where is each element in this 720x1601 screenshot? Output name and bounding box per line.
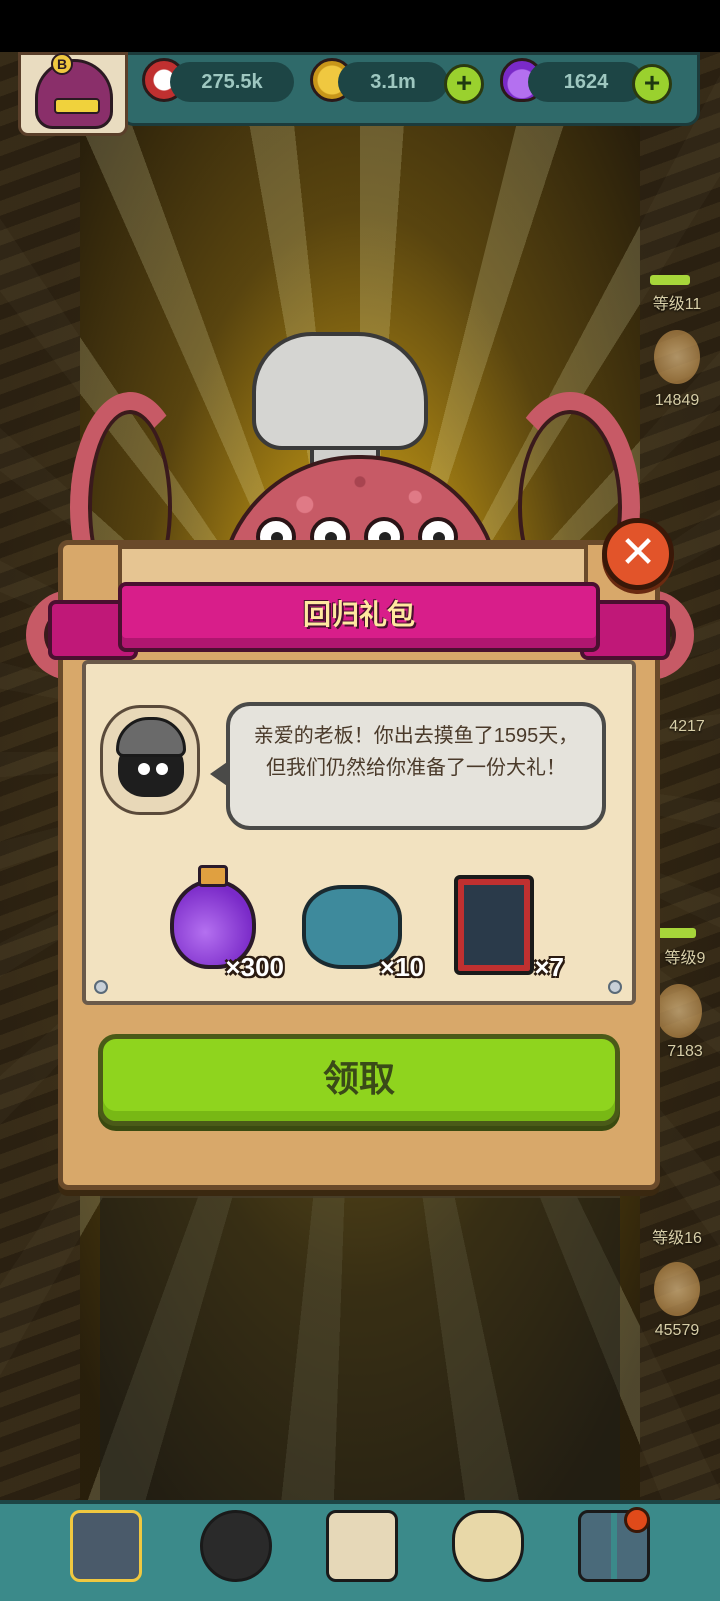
reward-item: ×7 [428,865,564,985]
reward-quantity: ×10 [379,952,424,982]
npc-avatar [100,695,200,825]
top-bar: B 275.5k 3.1m + 1624 + [0,52,720,136]
avatar-face [35,59,113,129]
monster-icon [200,1510,272,1582]
level-label: 等级16 [652,1230,702,1247]
background-room [100,1192,620,1512]
nav-money-bag[interactable] [448,1500,528,1590]
panel-rivet [94,980,108,994]
npc-eye [138,763,150,775]
add-potion-button[interactable]: + [632,64,672,104]
npc-eye [156,763,168,775]
panel-rivet [608,980,622,994]
add-coin-button[interactable]: + [444,64,484,104]
claim-button[interactable]: 领取 [98,1034,620,1126]
book-icon [454,875,534,975]
coin-count: 3.1m [338,62,448,102]
money-bag-icon [452,1510,524,1582]
eyeball-count: 275.5k [170,62,294,102]
room-product-icon[interactable] [656,984,702,1038]
chef-hat [252,332,428,450]
level-progress-bar [656,928,696,938]
return-gift-dialog: 回归礼包 ✕ 亲爱的老板！你出去摸鱼了1595天，但我们仍然给你准备了一份大礼！… [48,518,674,1190]
level-label: 等级11 [652,296,702,313]
dialog-title: 回归礼包 [302,599,415,630]
room-income: 14849 [654,392,700,409]
egg-icon[interactable] [654,330,700,384]
room-income: 45579 [654,1322,700,1339]
potion-cork [198,865,228,887]
reward-item: ×10 [288,865,424,985]
avatar-rank-badge: B [51,53,73,75]
reward-item: ×300 [148,865,284,985]
potion-count: 1624 [528,62,644,102]
player-avatar[interactable]: B [18,52,128,136]
speech-bubble: 亲爱的老板！你出去摸鱼了1595天，但我们仍然给你准备了一份大礼！ [210,702,606,830]
avatar-grill [54,98,100,114]
nav-building[interactable] [66,1500,146,1590]
reward-quantity: ×7 [534,952,564,982]
building-icon [70,1510,142,1582]
room-product-icon[interactable] [654,1262,700,1316]
nav-monster[interactable] [196,1500,276,1590]
book-icon [326,1510,398,1582]
reward-quantity: ×300 [225,952,284,982]
notification-badge [624,1507,650,1533]
level-progress-bar [650,275,690,285]
close-button[interactable]: ✕ [602,518,674,590]
title-ribbon: 回归礼包 [48,582,670,660]
nav-book[interactable] [322,1500,402,1590]
